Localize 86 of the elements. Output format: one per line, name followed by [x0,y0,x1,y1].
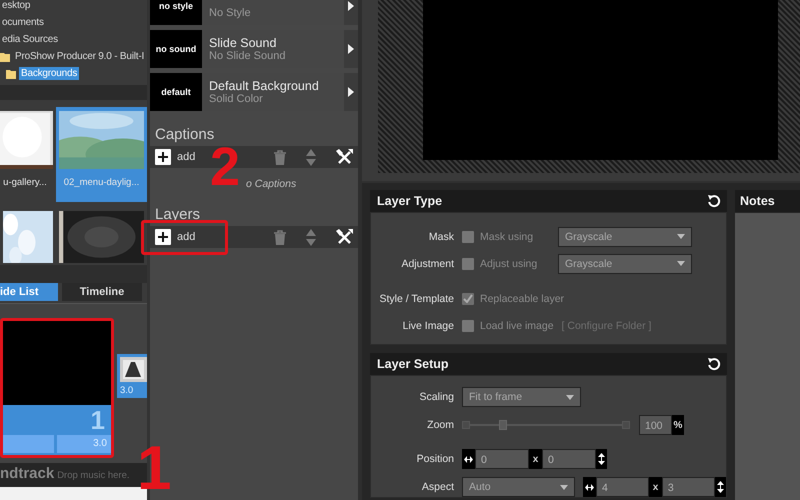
file-name: 02_menu-daylig... [64,177,140,188]
field-label: Mask [428,230,455,242]
input-field[interactable]: 3 [662,477,715,497]
slide-card[interactable]: 3.0 [117,354,147,398]
field-label: Adjustment [400,258,455,270]
unit-label: % [672,415,684,435]
slide-info-cell [3,435,54,453]
separator-label: x [649,477,662,497]
reorder-button[interactable] [306,228,316,246]
checkbox-label: Load live image [480,320,554,332]
option-badge: default [150,73,202,111]
delete-button[interactable] [274,230,286,244]
refresh-icon[interactable] [707,194,721,208]
tree-item[interactable]: esktop [0,0,32,12]
caret-icon [566,394,574,400]
dropdown[interactable]: Auto [462,477,576,497]
separator-label: x [529,449,542,469]
up-down-arrow-icon [717,481,724,493]
thumbnail-item[interactable]: u-gallery... [0,107,56,202]
thumbnail-item[interactable]: 02_menu-daylig... [56,107,147,202]
tree-item[interactable]: edia Sources [0,33,60,46]
checkbox[interactable] [462,230,474,242]
checkbox[interactable] [462,292,474,304]
checkbox-label: Adjust using [480,258,538,270]
input-field[interactable]: 4 [596,477,650,497]
field-label: Zoom [426,419,455,431]
field-label: Scaling [418,391,455,403]
dropdown[interactable]: Fit to frame [462,387,581,407]
plus-icon [155,229,171,245]
add-button[interactable]: add [155,149,196,165]
slide-duration: 3.0 [120,384,134,398]
annotation-number: 1 [137,438,172,500]
section-heading: Layers [154,206,202,225]
panel-title: Notes [740,194,775,208]
add-button[interactable]: add [155,229,196,245]
option-subtitle: No Style [209,7,252,20]
delete-button[interactable] [274,150,286,164]
tab[interactable]: Timeline [62,283,142,301]
tree-item[interactable]: ocuments [0,16,46,29]
input-field[interactable]: 0 [542,449,596,469]
option-badge: no style [150,0,202,25]
tab[interactable]: ide List [0,283,58,301]
caret-icon [677,261,685,266]
tree-item[interactable]: ProShow Producer 9.0 - Built-I [13,50,146,63]
panel-title: Layer Type [377,194,442,208]
caret-icon [677,234,685,239]
tree-item[interactable]: Backgrounds [19,67,80,80]
empty-message: o Captions [245,178,298,191]
refresh-icon[interactable] [707,357,721,371]
arrow-icon[interactable] [348,44,354,54]
field-label: Aspect [420,481,455,493]
field-label: Position [416,453,455,465]
left-right-arrow-icon [584,484,594,490]
option-title: Slide Sound [209,36,278,50]
option-title: Default Background [209,79,320,93]
dropdown[interactable]: Grayscale [558,226,692,246]
slide-card[interactable]: 1 3.0 [0,318,114,458]
left-right-arrow-icon [464,456,473,462]
input-field[interactable]: 0 [475,449,529,469]
option-subtitle: No Slide Sound [209,50,286,63]
dropdown[interactable]: Grayscale [558,254,692,274]
input-field[interactable]: 100 [639,415,672,435]
checkbox[interactable] [462,320,474,332]
slide-duration: 3.0 [56,435,111,453]
soundtrack-hint: Drop music here. [57,470,130,481]
option-subtitle: Solid Color [209,93,264,106]
checkbox-label: Mask using [480,230,534,242]
soundtrack-title: ndtrack [0,465,54,482]
reorder-button[interactable] [306,148,316,166]
field-label: Style / Template [378,292,455,304]
checkbox-label: Replaceable layer [480,292,564,304]
plus-icon [155,149,171,165]
file-name: u-gallery... [3,177,47,188]
tools-button[interactable] [336,228,353,246]
option-badge: no sound [150,30,202,68]
arrow-icon[interactable] [348,87,354,97]
slide-number: 1 [90,405,106,435]
panel-title: Layer Setup [377,357,449,371]
caret-icon [560,484,568,490]
checkbox[interactable] [462,258,474,270]
up-down-arrow-icon [598,453,605,465]
slider-thumb[interactable] [498,420,507,430]
tools-button[interactable] [336,148,353,166]
zoom-slider[interactable] [462,420,630,430]
arrow-icon[interactable] [348,1,354,11]
field-label: Live Image [402,320,455,332]
